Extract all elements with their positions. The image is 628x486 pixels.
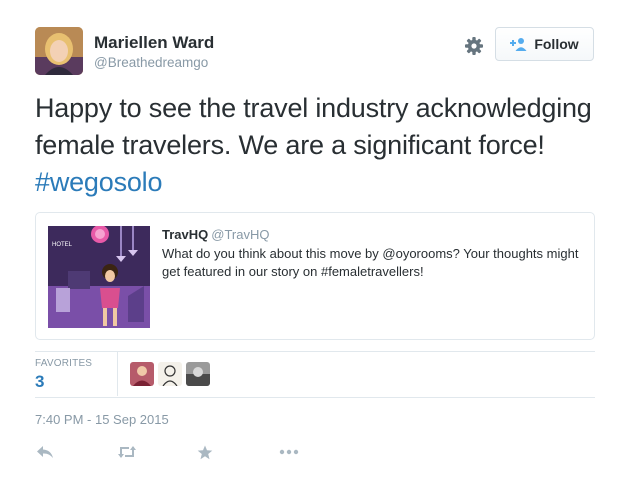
avatar[interactable] [186,362,210,386]
divider [35,397,595,398]
tweet-actions [35,443,299,461]
quoted-tweet-text: What do you think about this move by @oy… [162,246,579,279]
tweet-body: Happy to see the travel industry acknowl… [35,93,592,160]
quoted-author-name: TravHQ [162,227,209,242]
tweet-text: Happy to see the travel industry acknowl… [35,90,595,201]
stats-separator [117,352,118,396]
favorites-count[interactable]: 3 [35,372,44,392]
hotel-sign-text: HOTEL [52,242,73,248]
author-name[interactable]: Mariellen Ward [94,33,214,53]
quoted-tweet-card[interactable]: HOTEL TravHQ @TravHQ What do you think ab… [35,212,595,340]
avatar[interactable] [158,362,182,386]
favorites-label: FAVORITES [35,358,93,369]
author-handle[interactable]: @Breathedreamgo [94,55,208,70]
quoted-author-handle: @TravHQ [211,227,270,242]
reply-icon[interactable] [35,443,55,461]
add-user-icon [510,37,528,51]
favoriters-avatars [130,362,210,386]
follow-label: Follow [534,36,579,52]
quoted-author[interactable]: TravHQ @TravHQ [162,227,269,242]
tweet-timestamp[interactable]: 7:40 PM - 15 Sep 2015 [35,412,169,427]
more-icon[interactable] [279,443,299,461]
star-icon[interactable] [195,443,215,461]
avatar[interactable] [130,362,154,386]
gear-icon[interactable] [462,34,486,58]
quoted-tweet-image: HOTEL [48,226,150,328]
divider [35,351,595,352]
follow-button[interactable]: Follow [495,27,594,61]
author-avatar[interactable] [35,27,83,75]
retweet-icon[interactable] [117,443,137,461]
hashtag-link[interactable]: #wegosolo [35,167,162,197]
